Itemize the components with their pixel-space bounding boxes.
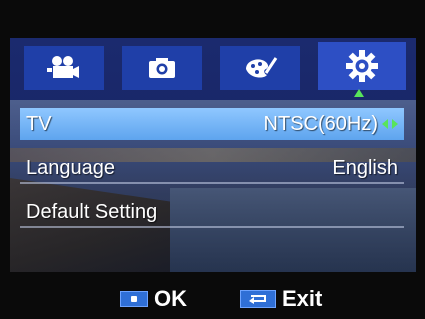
language-value: English <box>332 156 398 179</box>
exit-label: Exit <box>282 285 323 311</box>
gear-icon <box>345 49 379 83</box>
active-tab-indicator <box>354 89 364 97</box>
tab-settings[interactable] <box>318 42 406 90</box>
menu-row-tv[interactable]: TV NTSC(60Hz) <box>20 108 404 140</box>
photo-camera-icon <box>147 56 177 80</box>
tab-effects[interactable] <box>220 46 300 90</box>
tab-photo[interactable] <box>122 46 202 90</box>
row-divider <box>20 182 404 184</box>
row-label: Default Setting <box>26 200 158 223</box>
ok-key-icon <box>120 290 148 307</box>
row-divider <box>20 226 404 228</box>
menu-row-language[interactable]: Language English <box>20 152 404 184</box>
palette-icon <box>242 55 278 81</box>
exit-hint[interactable]: Exit <box>240 286 322 312</box>
footer-hints: OK Exit <box>0 278 425 319</box>
row-value: NTSC(60Hz) <box>264 113 398 136</box>
row-label: Language <box>26 156 115 179</box>
tab-video[interactable] <box>24 46 104 90</box>
tv-value: NTSC(60Hz) <box>263 112 378 135</box>
menu-row-default-setting[interactable]: Default Setting <box>20 196 404 228</box>
ok-hint[interactable]: OK <box>120 286 187 312</box>
video-camera-icon <box>47 55 81 81</box>
return-key-icon <box>240 289 276 308</box>
row-label: TV <box>26 112 52 135</box>
ok-label: OK <box>154 285 187 311</box>
left-right-arrows-icon[interactable] <box>382 119 398 129</box>
menu-tabs <box>10 38 416 90</box>
